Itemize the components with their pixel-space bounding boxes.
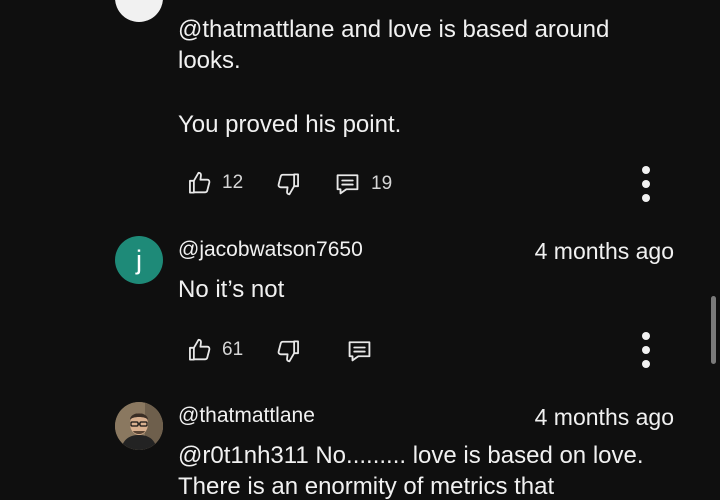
avatar[interactable] (115, 0, 163, 22)
scrollbar[interactable] (711, 296, 716, 364)
comment-author-handle[interactable]: @jacobwatson7650 (178, 238, 363, 262)
more-options-button[interactable] (636, 166, 656, 202)
thumbs-down-icon (275, 338, 302, 365)
comment-text-line: There is an enormity of metrics that (178, 473, 555, 500)
reply-comment-icon (333, 170, 362, 198)
like-button[interactable]: 12 (186, 169, 243, 196)
thumbs-up-icon (186, 169, 213, 196)
reply-button[interactable]: 19 (333, 170, 392, 198)
comment-text-line: looks. (178, 47, 241, 74)
more-vertical-icon (642, 332, 650, 340)
comment-text-line: @r0t1nh311 No......... love is based on … (178, 442, 644, 469)
like-button[interactable]: 61 (186, 336, 243, 363)
reply-button[interactable] (345, 337, 374, 365)
dislike-button[interactable] (275, 171, 302, 198)
comment-text-line: No it’s not (178, 276, 285, 303)
thumbs-up-icon (186, 336, 213, 363)
comment-text-line: @thatmattlane and love is based around (178, 16, 610, 43)
avatar-letter: j (136, 244, 142, 275)
reply-count: 19 (371, 173, 393, 194)
avatar[interactable] (115, 402, 163, 450)
reply-comment-icon (345, 337, 374, 365)
more-vertical-icon (642, 166, 650, 174)
dislike-button[interactable] (275, 338, 302, 365)
avatar[interactable]: j (115, 236, 163, 284)
thumbs-down-icon (275, 171, 302, 198)
comment-author-handle[interactable]: @thatmattlane (178, 404, 315, 428)
like-count: 12 (222, 171, 244, 193)
comment-timestamp: 4 months ago (534, 238, 674, 264)
comment-text-line: You proved his point. (178, 111, 402, 138)
more-options-button[interactable] (636, 332, 656, 368)
comment-timestamp: 4 months ago (534, 404, 674, 430)
profile-photo-image (115, 402, 163, 450)
like-count: 61 (222, 338, 244, 360)
